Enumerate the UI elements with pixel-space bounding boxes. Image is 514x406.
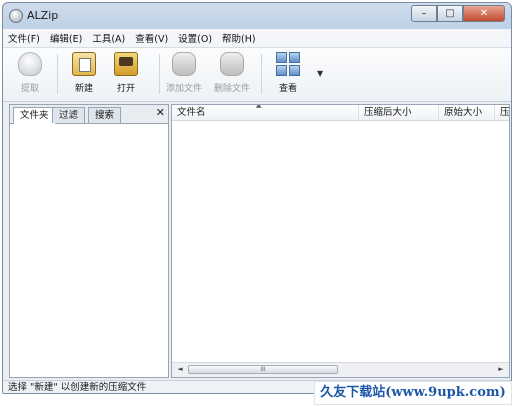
panel-tabs: 文件夹 过滤 搜索 ✕: [10, 105, 168, 124]
menu-edit[interactable]: 编辑(E): [45, 31, 87, 45]
delete-files-button[interactable]: 删除文件: [211, 50, 253, 98]
alzip-app-icon: [9, 9, 23, 23]
column-header: ▲ 文件名 压缩后大小 原始大小 压缩: [172, 105, 509, 121]
toolbar-separator: [57, 54, 58, 94]
delete-files-label: 删除文件: [213, 84, 250, 94]
folder-panel: 文件夹 过滤 搜索 ✕: [9, 104, 169, 378]
window-controls: – □ ✕: [411, 5, 505, 23]
toolbar-separator: [261, 54, 262, 94]
menu-view[interactable]: 查看(V): [130, 31, 173, 45]
extract-button[interactable]: 提取: [9, 50, 51, 98]
scroll-right-icon[interactable]: ►: [495, 364, 507, 375]
menu-tools[interactable]: 工具(A): [87, 31, 130, 45]
view-dropdown-icon[interactable]: ▼: [317, 69, 323, 78]
extract-label: 提取: [20, 84, 39, 94]
menu-file[interactable]: 文件(F): [3, 31, 45, 45]
alzip-window: ALZip – □ ✕ 文件(F) 编辑(E) 工具(A) 查看(V) 设置(O…: [2, 2, 512, 394]
toolbar-separator: [159, 54, 160, 94]
column-original-size[interactable]: 原始大小: [439, 105, 495, 120]
add-files-button[interactable]: 添加文件: [163, 50, 205, 98]
watermark: 久友下载站(www.9upk.com): [314, 381, 512, 405]
tab-folders[interactable]: 文件夹: [13, 107, 56, 124]
view-grid-icon: [276, 52, 300, 76]
open-label: 打开: [116, 84, 135, 94]
view-button[interactable]: 查看: [267, 50, 309, 98]
add-files-icon: [172, 52, 196, 76]
add-files-label: 添加文件: [165, 84, 202, 94]
new-archive-icon: [72, 52, 96, 76]
menu-bar: 文件(F) 编辑(E) 工具(A) 查看(V) 设置(O) 帮助(H): [3, 29, 511, 48]
column-compressed-size[interactable]: 压缩后大小: [359, 105, 439, 120]
window-title: ALZip: [27, 9, 59, 22]
open-archive-icon: [114, 52, 138, 76]
column-filename[interactable]: 文件名: [172, 105, 359, 120]
toolbar: 提取 新建 打开 添加文件 删除文件 查看: [3, 48, 511, 102]
scroll-left-icon[interactable]: ◄: [174, 364, 186, 375]
scroll-thumb[interactable]: III: [188, 365, 338, 374]
menu-help[interactable]: 帮助(H): [217, 31, 261, 45]
column-ratio[interactable]: 压缩: [495, 105, 509, 120]
open-button[interactable]: 打开: [105, 50, 147, 98]
tab-search[interactable]: 搜索: [88, 107, 122, 123]
new-button[interactable]: 新建: [63, 50, 105, 98]
extract-icon: [18, 52, 42, 76]
new-label: 新建: [74, 84, 93, 94]
view-label: 查看: [278, 84, 297, 94]
panel-close-icon[interactable]: ✕: [156, 106, 165, 119]
title-bar[interactable]: ALZip – □ ✕: [3, 3, 511, 29]
close-button[interactable]: ✕: [463, 5, 505, 22]
delete-files-icon: [220, 52, 244, 76]
maximize-button[interactable]: □: [437, 5, 463, 22]
horizontal-scrollbar[interactable]: ◄ III ►: [172, 362, 509, 377]
minimize-button[interactable]: –: [411, 5, 437, 22]
file-list: ▲ 文件名 压缩后大小 原始大小 压缩 ◄ III ►: [171, 104, 510, 378]
menu-settings[interactable]: 设置(O): [173, 31, 217, 45]
tab-filter[interactable]: 过滤: [52, 107, 86, 123]
